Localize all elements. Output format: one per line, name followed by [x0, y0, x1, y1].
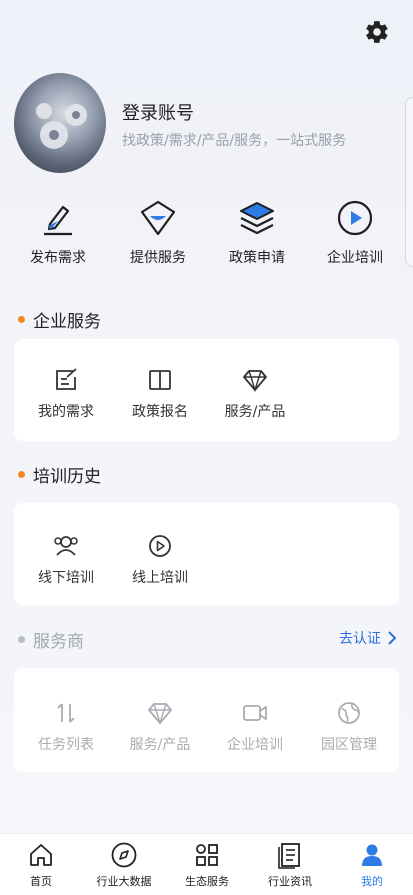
- quick-action-policy-apply[interactable]: 政策申请: [212, 195, 302, 267]
- quick-action-label: 提供服务: [130, 250, 186, 266]
- quick-action-publish-demand[interactable]: 发布需求: [13, 195, 103, 267]
- section-title-text: 服务商: [33, 632, 84, 652]
- provider-item-park-management[interactable]: 园区管理: [306, 696, 392, 754]
- diamond-icon: [212, 363, 298, 397]
- diamond-icon: [117, 696, 203, 730]
- provider-card: 任务列表 服务/产品 企业培训 园区管理: [14, 668, 399, 772]
- edit-note-icon: [23, 363, 109, 397]
- tab-label: 行业大数据: [96, 875, 152, 888]
- bullet-dot: [18, 471, 25, 478]
- training-history-card: 线下培训 线上培训: [14, 503, 399, 605]
- enterprise-item-label: 我的需求: [38, 404, 94, 420]
- avatar[interactable]: [14, 73, 106, 173]
- training-item-label: 线上培训: [132, 570, 188, 586]
- tab-label: 行业资讯: [268, 875, 312, 888]
- layers-icon: [212, 195, 302, 241]
- bullet-dot: [18, 316, 25, 323]
- settings-gear-icon[interactable]: [363, 18, 391, 46]
- chevron-right-icon: [388, 631, 397, 645]
- provider-item-label: 服务/产品: [129, 737, 191, 753]
- login-title[interactable]: 登录账号: [122, 99, 194, 125]
- document-icon: [249, 840, 331, 870]
- tab-mine[interactable]: 我的: [331, 840, 413, 889]
- tab-industry-news[interactable]: 行业资讯: [249, 840, 331, 889]
- user-icon: [331, 840, 413, 870]
- tab-label: 生态服务: [185, 875, 229, 888]
- training-item-online[interactable]: 线上培训: [117, 529, 203, 587]
- provider-item-task-list[interactable]: 任务列表: [23, 696, 109, 754]
- users-icon: [23, 529, 109, 563]
- bullet-dot: [18, 636, 25, 643]
- compass-icon: [83, 840, 165, 870]
- tab-eco-service[interactable]: 生态服务: [166, 840, 248, 889]
- globe-leaf-icon: [306, 696, 392, 730]
- pen-icon: [13, 195, 103, 241]
- training-item-offline[interactable]: 线下培训: [23, 529, 109, 587]
- enterprise-item-label: 服务/产品: [224, 404, 286, 420]
- service-shield-icon: [113, 195, 203, 241]
- quick-action-label: 企业培训: [327, 250, 383, 266]
- grid-icon: [166, 840, 248, 870]
- provider-item-label: 任务列表: [38, 737, 94, 753]
- video-camera-icon: [212, 696, 298, 730]
- quick-action-label: 政策申请: [229, 250, 285, 266]
- play-circle-icon: [310, 195, 400, 241]
- enterprise-item-policy-register[interactable]: 政策报名: [117, 363, 203, 421]
- go-certify-label: 去认证: [339, 631, 381, 647]
- provider-item-service-product[interactable]: 服务/产品: [117, 696, 203, 754]
- section-title-text: 企业服务: [33, 312, 101, 332]
- go-certify-link[interactable]: 去认证: [339, 628, 397, 648]
- book-icon: [117, 363, 203, 397]
- tab-industry-data[interactable]: 行业大数据: [83, 840, 165, 889]
- provider-item-enterprise-training[interactable]: 企业培训: [212, 696, 298, 754]
- section-title-enterprise: 企业服务: [18, 307, 101, 332]
- tab-label: 首页: [30, 875, 52, 888]
- section-title-training: 培训历史: [18, 462, 101, 487]
- enterprise-services-card: 我的需求 政策报名 服务/产品: [14, 339, 399, 441]
- section-title-provider: 服务商: [18, 627, 84, 652]
- training-item-label: 线下培训: [38, 570, 94, 586]
- tab-label: 我的: [361, 875, 383, 888]
- tab-home[interactable]: 首页: [0, 840, 82, 889]
- quick-action-enterprise-training[interactable]: 企业培训: [310, 195, 400, 267]
- quick-action-label: 发布需求: [30, 250, 86, 266]
- bottom-tab-bar: 首页 行业大数据 生态服务 行业资讯 我的: [0, 833, 413, 895]
- enterprise-item-service-product[interactable]: 服务/产品: [212, 363, 298, 421]
- sort-arrows-icon: [23, 696, 109, 730]
- quick-actions: 发布需求 提供服务 政策申请 企业培训: [0, 195, 413, 275]
- login-subtitle: 找政策/需求/产品/服务，一站式服务: [122, 133, 347, 149]
- section-title-text: 培训历史: [33, 467, 101, 487]
- home-icon: [0, 840, 82, 870]
- quick-action-provide-service[interactable]: 提供服务: [113, 195, 203, 267]
- provider-item-label: 园区管理: [321, 737, 377, 753]
- provider-item-label: 企业培训: [227, 737, 283, 753]
- play-circle-icon: [117, 529, 203, 563]
- enterprise-item-label: 政策报名: [132, 404, 188, 420]
- enterprise-item-my-demand[interactable]: 我的需求: [23, 363, 109, 421]
